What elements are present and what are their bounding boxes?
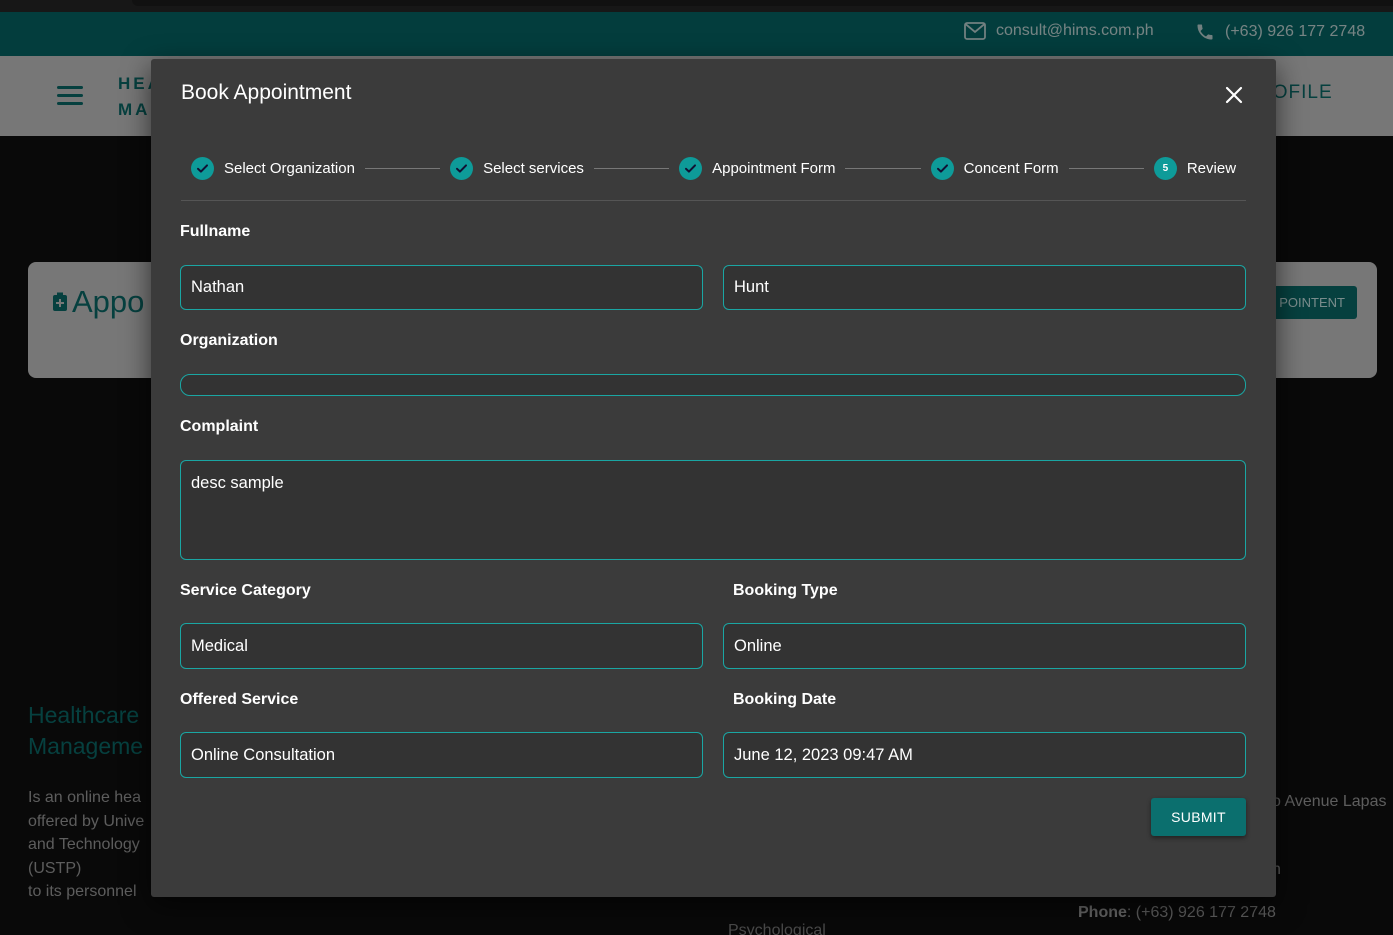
step-connector <box>845 168 921 169</box>
fullname-label: Fullname <box>180 223 251 240</box>
step-select-services[interactable]: Select services <box>440 149 594 187</box>
step-connector <box>593 168 670 169</box>
offered-service-field[interactable]: Online Consultation <box>180 732 703 778</box>
step-review[interactable]: 5 Review <box>1144 149 1246 187</box>
booking-date-field[interactable]: June 12, 2023 09:47 AM <box>723 732 1246 778</box>
booking-type-field[interactable]: Online <box>723 623 1246 669</box>
modal-title: Book Appointment <box>181 81 352 104</box>
complaint-label: Complaint <box>180 418 259 435</box>
step-label: Select services <box>483 159 584 177</box>
step-select-organization[interactable]: Select Organization <box>181 149 365 187</box>
organization-field[interactable] <box>180 374 1246 396</box>
check-icon <box>191 156 214 180</box>
offered-service-label: Offered Service <box>180 691 299 708</box>
check-icon <box>930 156 954 180</box>
stepper: Select Organization Select services Appo… <box>181 149 1246 201</box>
check-icon <box>679 156 703 180</box>
step-label: Appointment Form <box>712 159 836 177</box>
step-connector <box>364 168 441 169</box>
submit-button[interactable]: SUBMIT <box>1151 798 1246 836</box>
service-category-label: Service Category <box>180 582 311 599</box>
step-label: Select Organization <box>224 159 355 177</box>
close-icon[interactable] <box>1222 83 1246 107</box>
last-name-field[interactable]: Hunt <box>723 265 1246 310</box>
book-appointment-modal: Book Appointment Select Organization Sel… <box>151 59 1276 897</box>
step-appointment-form[interactable]: Appointment Form <box>669 149 845 187</box>
booking-type-label: Booking Type <box>733 582 838 599</box>
organization-label: Organization <box>180 332 278 349</box>
step-label: Review <box>1186 159 1237 177</box>
step-label: Concent Form <box>963 159 1059 177</box>
check-icon <box>450 156 474 180</box>
service-category-field[interactable]: Medical <box>180 623 703 669</box>
complaint-textarea[interactable]: desc sample <box>180 460 1246 560</box>
step-number-badge: 5 <box>1153 156 1177 180</box>
step-connector <box>1068 168 1144 169</box>
booking-date-label: Booking Date <box>733 691 837 708</box>
step-concent-form[interactable]: Concent Form <box>921 149 1069 187</box>
first-name-field[interactable]: Nathan <box>180 265 703 310</box>
